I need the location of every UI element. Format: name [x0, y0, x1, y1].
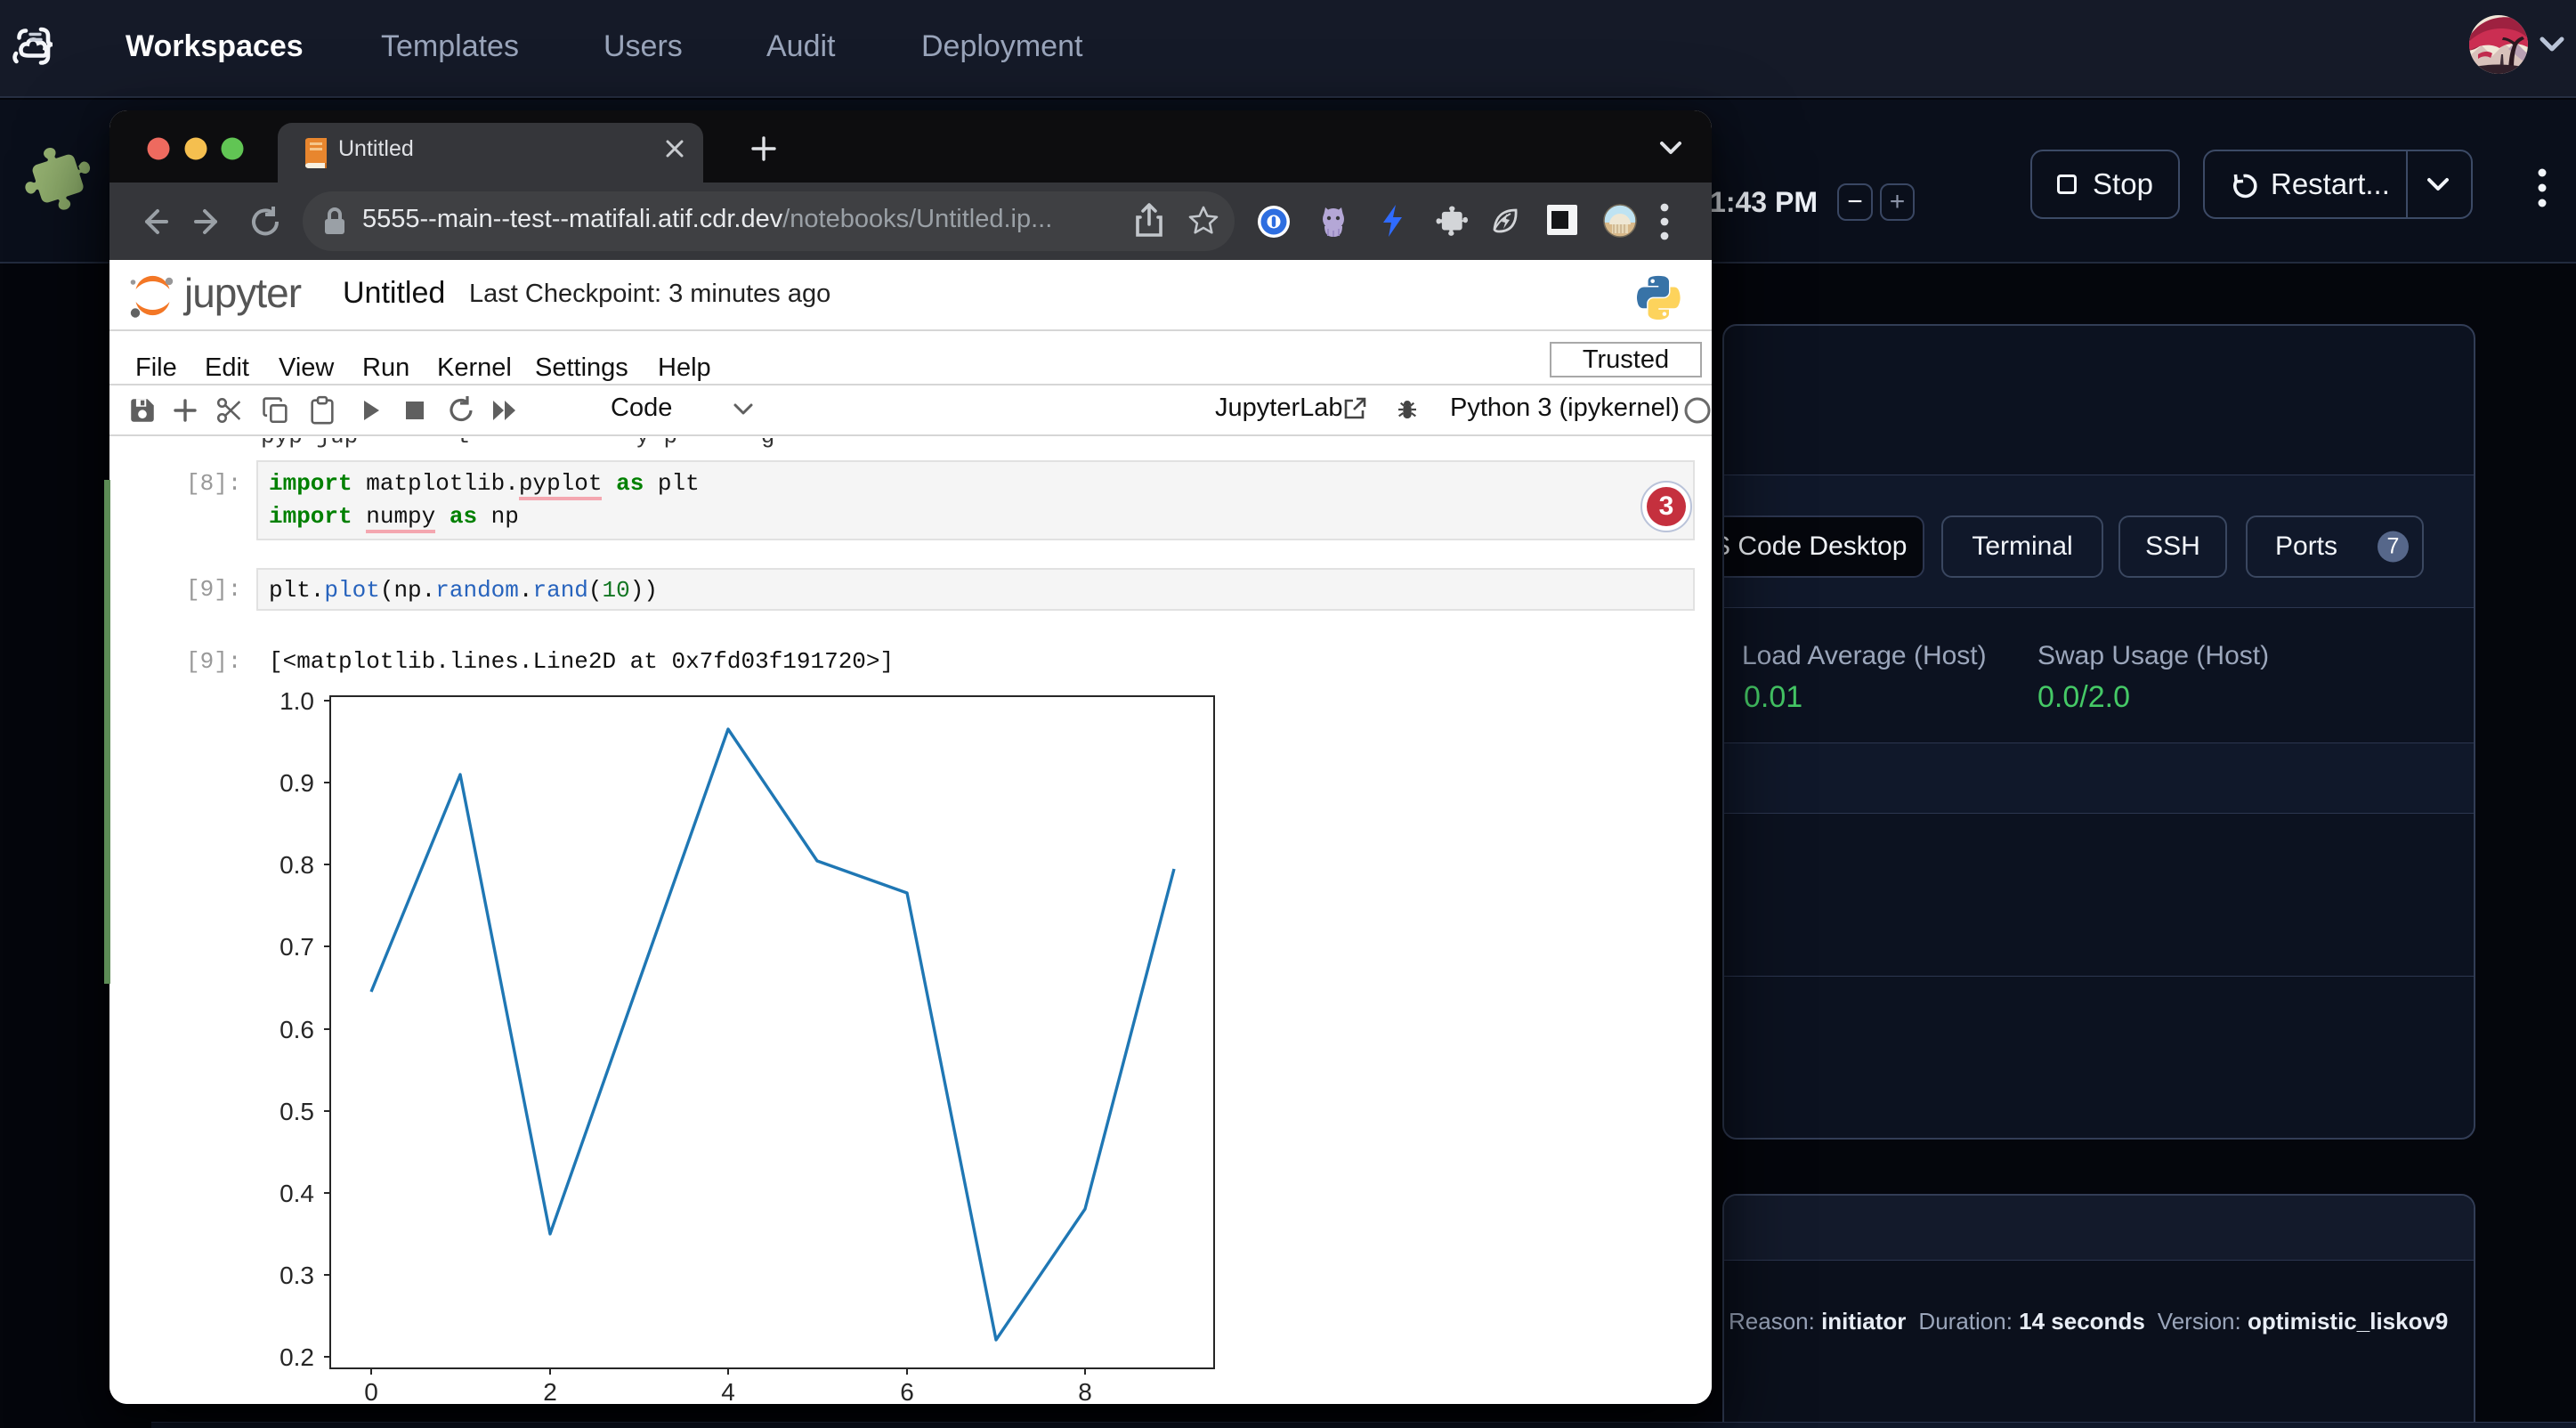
svg-text:0.5: 0.5: [279, 1098, 314, 1125]
svg-text:0.3: 0.3: [279, 1262, 314, 1289]
svg-text:6: 6: [900, 1378, 914, 1401]
svg-text:0.9: 0.9: [279, 769, 314, 797]
svg-text:8: 8: [1078, 1378, 1092, 1401]
svg-text:0.4: 0.4: [279, 1180, 314, 1207]
svg-text:0.8: 0.8: [279, 851, 314, 879]
svg-text:0.2: 0.2: [279, 1343, 314, 1371]
svg-text:2: 2: [543, 1378, 557, 1401]
svg-text:0.6: 0.6: [279, 1016, 314, 1043]
svg-text:1.0: 1.0: [279, 687, 314, 715]
svg-text:4: 4: [721, 1378, 735, 1401]
svg-text:0: 0: [364, 1378, 378, 1401]
svg-text:0.7: 0.7: [279, 933, 314, 961]
